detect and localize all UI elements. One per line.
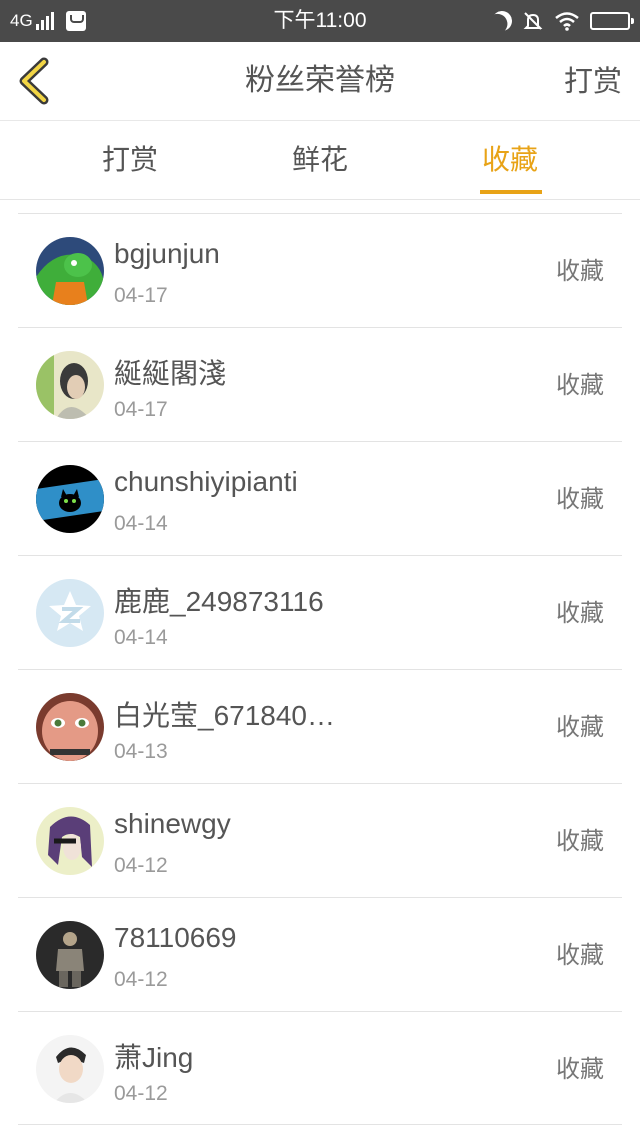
list-item[interactable]: 白光莹_671840… 04-13 收藏 [18, 669, 622, 783]
list-item[interactable]: chunshiyipianti 04-14 收藏 [18, 441, 622, 555]
wifi-icon [554, 11, 580, 31]
date: 04-14 [114, 512, 168, 535]
action-label: 收藏 [556, 941, 604, 969]
status-bar: 4G 下午11:00 [0, 0, 640, 42]
avatar [36, 465, 104, 533]
action-label: 收藏 [556, 485, 604, 513]
nav-bar: 粉丝荣誉榜 打赏 [0, 42, 640, 121]
username: 萧Jing [114, 1042, 194, 1073]
action-label: 收藏 [556, 371, 604, 399]
date: 04-12 [114, 1082, 168, 1105]
list-item[interactable]: 78110669 04-12 收藏 [18, 897, 622, 1011]
moon-icon [490, 9, 513, 32]
reward-button[interactable]: 打赏 [564, 42, 622, 120]
action-label: 收藏 [556, 827, 604, 855]
list-item[interactable]: 鹿鹿_249873116 04-14 收藏 [18, 555, 622, 669]
username: 白光莹_671840… [114, 700, 336, 731]
username: 鹿鹿_249873116 [114, 586, 324, 617]
active-tab-indicator [480, 190, 542, 194]
action-label: 收藏 [556, 599, 604, 627]
tab-flowers[interactable]: 鲜花 [260, 121, 380, 199]
list-item[interactable]: bgjunjun 04-17 收藏 [18, 213, 622, 327]
battery-icon [590, 12, 634, 30]
tab-bar: 打赏 鲜花 收藏 [0, 121, 640, 200]
date: 04-12 [114, 854, 168, 877]
date: 04-17 [114, 398, 168, 421]
username: chunshiyipianti [114, 466, 298, 497]
list-item[interactable]: shinewgy 04-12 收藏 [18, 783, 622, 897]
avatar [36, 351, 104, 419]
page-title: 粉丝荣誉榜 [245, 63, 395, 98]
avatar [36, 693, 104, 761]
action-label: 收藏 [556, 257, 604, 285]
avatar [36, 921, 104, 989]
tab-reward[interactable]: 打赏 [70, 121, 190, 199]
date: 04-14 [114, 626, 168, 649]
fan-list: bgjunjun 04-17 收藏 綖綖閣淺 04-17 收藏 chunshiy… [18, 213, 622, 1125]
date: 04-12 [114, 968, 168, 991]
avatar [36, 237, 104, 305]
tab-favorites[interactable]: 收藏 [450, 121, 570, 199]
username: bgjunjun [114, 238, 220, 269]
avatar [36, 579, 104, 647]
date: 04-13 [114, 740, 168, 763]
list-item[interactable]: 綖綖閣淺 04-17 收藏 [18, 327, 622, 441]
username: 綖綖閣淺 [114, 358, 227, 389]
action-label: 收藏 [556, 1055, 604, 1083]
list-item[interactable]: 萧Jing 04-12 收藏 [18, 1011, 622, 1125]
mute-icon [522, 10, 544, 32]
username: shinewgy [114, 808, 231, 839]
status-right [490, 0, 634, 42]
avatar [36, 1035, 104, 1103]
avatar [36, 807, 104, 875]
username: 78110669 [114, 922, 237, 953]
action-label: 收藏 [556, 713, 604, 741]
tab-favorites-label: 收藏 [481, 143, 538, 176]
date: 04-17 [114, 284, 168, 307]
